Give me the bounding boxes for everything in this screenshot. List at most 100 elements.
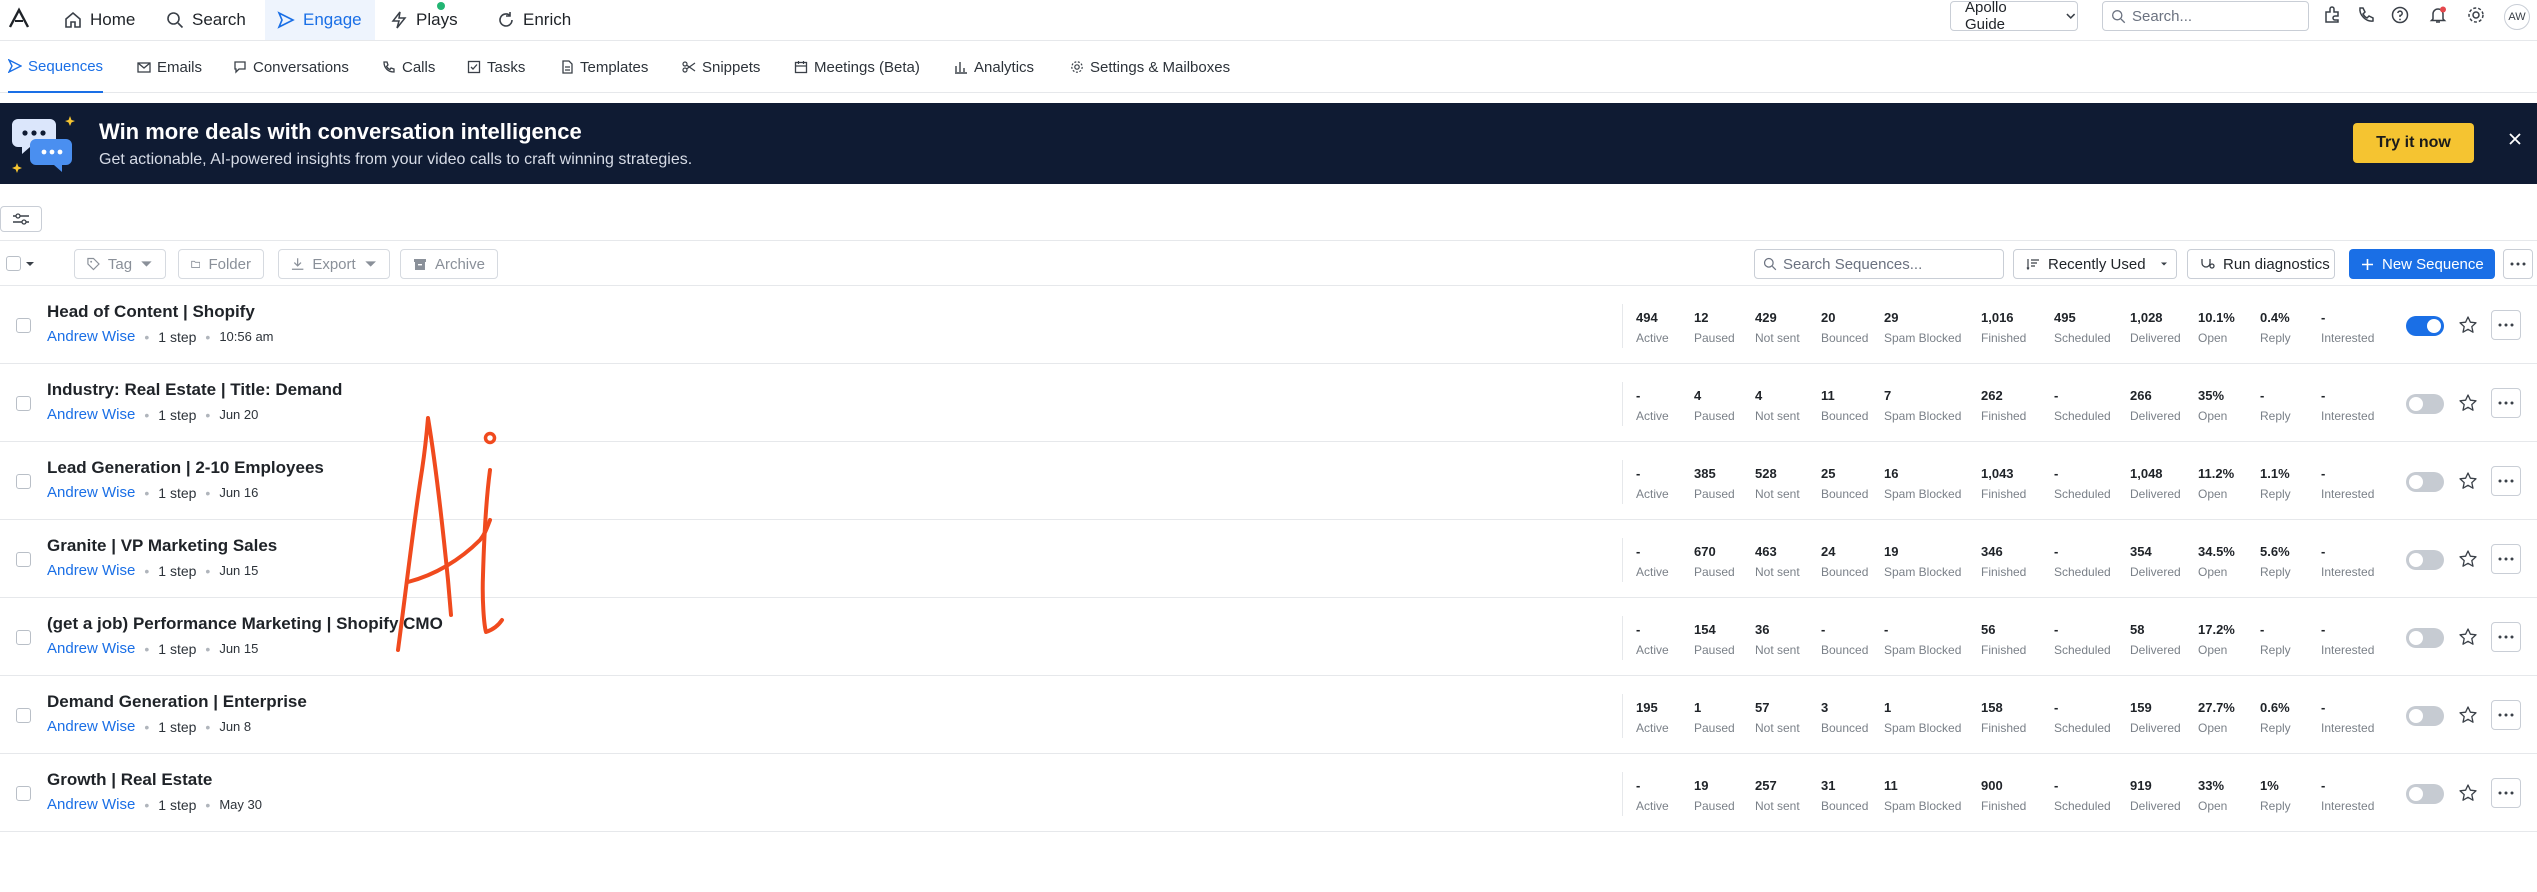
star-icon[interactable] — [2458, 627, 2478, 647]
stat-paused[interactable]: 19 Paused — [1694, 778, 1735, 813]
stat-bounced[interactable]: 31 Bounced — [1821, 778, 1868, 813]
workspace-select[interactable]: Apollo Guide — [1950, 0, 2078, 33]
stat-spam-blocked[interactable]: 29 Spam Blocked — [1884, 310, 1961, 345]
stat-finished[interactable]: 262 Finished — [1981, 388, 2026, 423]
stat-open[interactable]: 33% Open — [2198, 778, 2227, 813]
sequence-title[interactable]: Growth | Real Estate — [47, 770, 212, 790]
stat-reply[interactable]: 1.1% Reply — [2260, 466, 2291, 501]
row-more-button[interactable] — [2491, 388, 2521, 418]
stat-scheduled[interactable]: 495 Scheduled — [2054, 310, 2111, 345]
stat-spam-blocked[interactable]: - Spam Blocked — [1884, 622, 1961, 657]
stat-interested[interactable]: - Interested — [2321, 778, 2374, 813]
sequence-title[interactable]: Industry: Real Estate | Title: Demand — [47, 380, 342, 400]
stat-open[interactable]: 17.2% Open — [2198, 622, 2235, 657]
stat-active[interactable]: 195 Active — [1636, 700, 1669, 735]
stat-delivered[interactable]: 58 Delivered — [2130, 622, 2181, 657]
stat-open[interactable]: 27.7% Open — [2198, 700, 2235, 735]
stat-finished[interactable]: 158 Finished — [1981, 700, 2026, 735]
tab-conversations[interactable]: Conversations — [233, 41, 349, 93]
row-more-button[interactable] — [2491, 622, 2521, 652]
stat-bounced[interactable]: 25 Bounced — [1821, 466, 1868, 501]
sequence-active-toggle[interactable] — [2406, 550, 2444, 570]
sequence-active-toggle[interactable] — [2406, 706, 2444, 726]
stat-spam-blocked[interactable]: 19 Spam Blocked — [1884, 544, 1961, 579]
stat-active[interactable]: 494 Active — [1636, 310, 1669, 345]
tab-templates[interactable]: Templates — [560, 41, 648, 93]
user-avatar[interactable]: AW — [2504, 4, 2530, 30]
filter-toggle-button[interactable] — [0, 206, 42, 232]
sequence-search-input[interactable]: Search Sequences... — [1754, 249, 2004, 279]
star-icon[interactable] — [2458, 549, 2478, 569]
row-checkbox[interactable] — [16, 396, 31, 411]
stat-delivered[interactable]: 919 Delivered — [2130, 778, 2181, 813]
new-sequence-button[interactable]: New Sequence — [2349, 249, 2495, 279]
tab-settings-mailboxes[interactable]: Settings & Mailboxes — [1070, 41, 1230, 93]
stat-active[interactable]: - Active — [1636, 544, 1669, 579]
stat-reply[interactable]: 0.6% Reply — [2260, 700, 2291, 735]
stat-not-sent[interactable]: 463 Not sent — [1755, 544, 1800, 579]
stat-delivered[interactable]: 159 Delivered — [2130, 700, 2181, 735]
stat-paused[interactable]: 4 Paused — [1694, 388, 1735, 423]
stat-interested[interactable]: - Interested — [2321, 622, 2374, 657]
star-icon[interactable] — [2458, 705, 2478, 725]
stat-bounced[interactable]: 11 Bounced — [1821, 388, 1868, 423]
sequence-owner[interactable]: Andrew Wise — [47, 484, 135, 501]
stat-finished[interactable]: 56 Finished — [1981, 622, 2026, 657]
stat-bounced[interactable]: 20 Bounced — [1821, 310, 1868, 345]
tab-tasks[interactable]: Tasks — [467, 41, 525, 93]
row-checkbox[interactable] — [16, 474, 31, 489]
nav-plays[interactable]: Plays — [390, 0, 474, 40]
stat-reply[interactable]: 5.6% Reply — [2260, 544, 2291, 579]
stat-interested[interactable]: - Interested — [2321, 700, 2374, 735]
export-button[interactable]: Export — [278, 249, 390, 279]
stat-delivered[interactable]: 1,028 Delivered — [2130, 310, 2181, 345]
stat-spam-blocked[interactable]: 1 Spam Blocked — [1884, 700, 1961, 735]
tab-snippets[interactable]: Snippets — [682, 41, 760, 93]
sequence-active-toggle[interactable] — [2406, 316, 2444, 336]
nav-search[interactable]: Search — [158, 0, 258, 40]
sequence-owner[interactable]: Andrew Wise — [47, 640, 135, 657]
stat-not-sent[interactable]: 257 Not sent — [1755, 778, 1800, 813]
tab-emails[interactable]: Emails — [137, 41, 202, 93]
nav-engage[interactable]: Engage — [265, 0, 375, 40]
row-checkbox[interactable] — [16, 708, 31, 723]
stat-scheduled[interactable]: - Scheduled — [2054, 544, 2111, 579]
tab-meetings[interactable]: Meetings (Beta) — [794, 41, 920, 93]
stat-not-sent[interactable]: 4 Not sent — [1755, 388, 1800, 423]
toolbar-more-button[interactable] — [2503, 249, 2533, 279]
stat-paused[interactable]: 12 Paused — [1694, 310, 1735, 345]
stat-delivered[interactable]: 1,048 Delivered — [2130, 466, 2181, 501]
sequence-row[interactable]: Head of Content | Shopify Andrew Wise • 1 s… — [0, 286, 2537, 364]
stat-paused[interactable]: 670 Paused — [1694, 544, 1735, 579]
sort-select[interactable]: Recently Used — [2013, 249, 2177, 279]
stat-bounced[interactable]: - Bounced — [1821, 622, 1868, 657]
row-checkbox[interactable] — [16, 630, 31, 645]
tab-sequences[interactable]: Sequences — [8, 41, 104, 93]
close-icon[interactable] — [2506, 130, 2524, 148]
stat-active[interactable]: - Active — [1636, 388, 1669, 423]
stat-finished[interactable]: 346 Finished — [1981, 544, 2026, 579]
nav-home[interactable]: Home — [58, 0, 148, 40]
stat-interested[interactable]: - Interested — [2321, 544, 2374, 579]
stat-scheduled[interactable]: - Scheduled — [2054, 700, 2111, 735]
stat-scheduled[interactable]: - Scheduled — [2054, 388, 2111, 423]
gear-icon[interactable] — [2466, 5, 2486, 25]
tab-analytics[interactable]: Analytics — [954, 41, 1034, 93]
stat-finished[interactable]: 900 Finished — [1981, 778, 2026, 813]
stat-paused[interactable]: 1 Paused — [1694, 700, 1735, 735]
stat-scheduled[interactable]: - Scheduled — [2054, 466, 2111, 501]
sequence-title[interactable]: Demand Generation | Enterprise — [47, 692, 307, 712]
stat-scheduled[interactable]: - Scheduled — [2054, 622, 2111, 657]
sequence-active-toggle[interactable] — [2406, 628, 2444, 648]
stat-open[interactable]: 11.2% Open — [2198, 466, 2234, 501]
row-more-button[interactable] — [2491, 778, 2521, 808]
apollo-logo[interactable] — [8, 7, 30, 29]
stat-scheduled[interactable]: - Scheduled — [2054, 778, 2111, 813]
stat-delivered[interactable]: 354 Delivered — [2130, 544, 2181, 579]
try-it-now-button[interactable]: Try it now — [2353, 123, 2474, 163]
run-diagnostics-button[interactable]: Run diagnostics — [2187, 249, 2335, 279]
sequence-owner[interactable]: Andrew Wise — [47, 328, 135, 345]
stat-paused[interactable]: 154 Paused — [1694, 622, 1735, 657]
sequence-row[interactable]: Demand Generation | Enterprise Andrew Wis… — [0, 676, 2537, 754]
row-checkbox[interactable] — [16, 786, 31, 801]
